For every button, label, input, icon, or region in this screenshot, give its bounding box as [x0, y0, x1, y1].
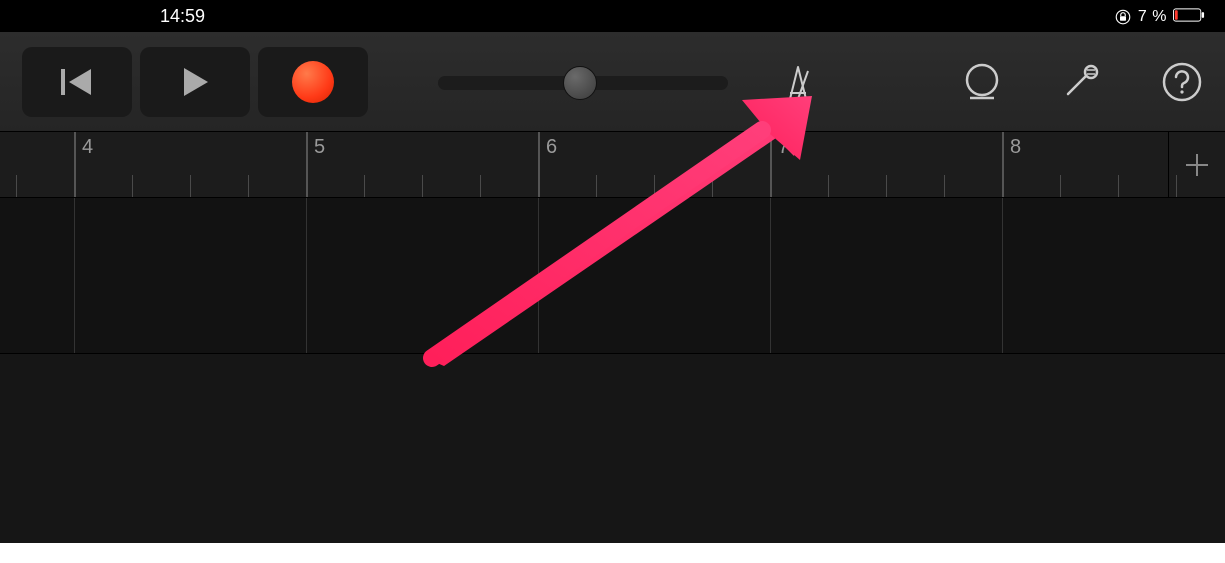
slider-track: [438, 76, 728, 90]
toolbar-right: [959, 32, 1205, 131]
toolbar: [0, 32, 1225, 132]
ruler-bar-label: 6: [546, 136, 557, 159]
ruler-tick-major: [1002, 132, 1004, 198]
add-track-button[interactable]: [1169, 132, 1225, 198]
ruler-tick-minor: [1118, 175, 1119, 197]
ruler-tick-major: [770, 132, 772, 198]
ruler-tick-minor: [1176, 175, 1177, 197]
help-button[interactable]: [1159, 59, 1205, 105]
settings-button[interactable]: [1059, 59, 1105, 105]
bar-divider: [538, 198, 539, 353]
ruler-tick-minor: [712, 175, 713, 197]
ruler-tick-minor: [364, 175, 365, 197]
timeline-ruler[interactable]: 4 5 6 7 8: [0, 132, 1225, 198]
loop-button[interactable]: [959, 59, 1005, 105]
ruler-tick-minor: [190, 175, 191, 197]
record-button[interactable]: [258, 47, 368, 117]
status-right: 7 %: [1114, 6, 1205, 27]
ruler-tick-minor: [132, 175, 133, 197]
metronome-button[interactable]: [775, 60, 821, 106]
ruler-tick-major: [306, 132, 308, 198]
play-button[interactable]: [140, 47, 250, 117]
battery-percent: 7 %: [1138, 8, 1167, 26]
ruler-tick-major: [538, 132, 540, 198]
app-window: 14:59 7 %: [0, 0, 1225, 543]
bar-divider: [306, 198, 307, 353]
ruler-tick-minor: [16, 175, 17, 197]
bar-divider: [74, 198, 75, 353]
ruler-tick-minor: [248, 175, 249, 197]
bar-divider: [770, 198, 771, 353]
ruler-tick-minor: [480, 175, 481, 197]
editor-area: [0, 354, 1225, 543]
bar-divider: [1002, 198, 1003, 353]
ruler-bar-label: 5: [314, 136, 325, 159]
orientation-lock-icon: [1114, 8, 1132, 26]
ruler-tick-minor: [886, 175, 887, 197]
ruler-bar-label: 8: [1010, 136, 1021, 159]
ruler-bar-label: 7: [778, 136, 789, 159]
status-bar: 14:59 7 %: [0, 0, 1225, 32]
ruler-tick-minor: [596, 175, 597, 197]
ruler-tick-minor: [944, 175, 945, 197]
slider-thumb[interactable]: [563, 66, 597, 100]
record-icon: [292, 61, 334, 103]
ruler-tick-minor: [422, 175, 423, 197]
ruler-tick-minor: [654, 175, 655, 197]
position-slider[interactable]: [438, 66, 728, 100]
transport-controls: [22, 47, 368, 117]
ruler-tick-minor: [828, 175, 829, 197]
battery-icon: [1173, 6, 1205, 27]
tracks-area[interactable]: [0, 198, 1225, 354]
ruler-tick-major: [74, 132, 76, 198]
rewind-button[interactable]: [22, 47, 132, 117]
status-time: 14:59: [160, 6, 205, 27]
ruler-bar-label: 4: [82, 136, 93, 159]
ruler-tick-minor: [1060, 175, 1061, 197]
